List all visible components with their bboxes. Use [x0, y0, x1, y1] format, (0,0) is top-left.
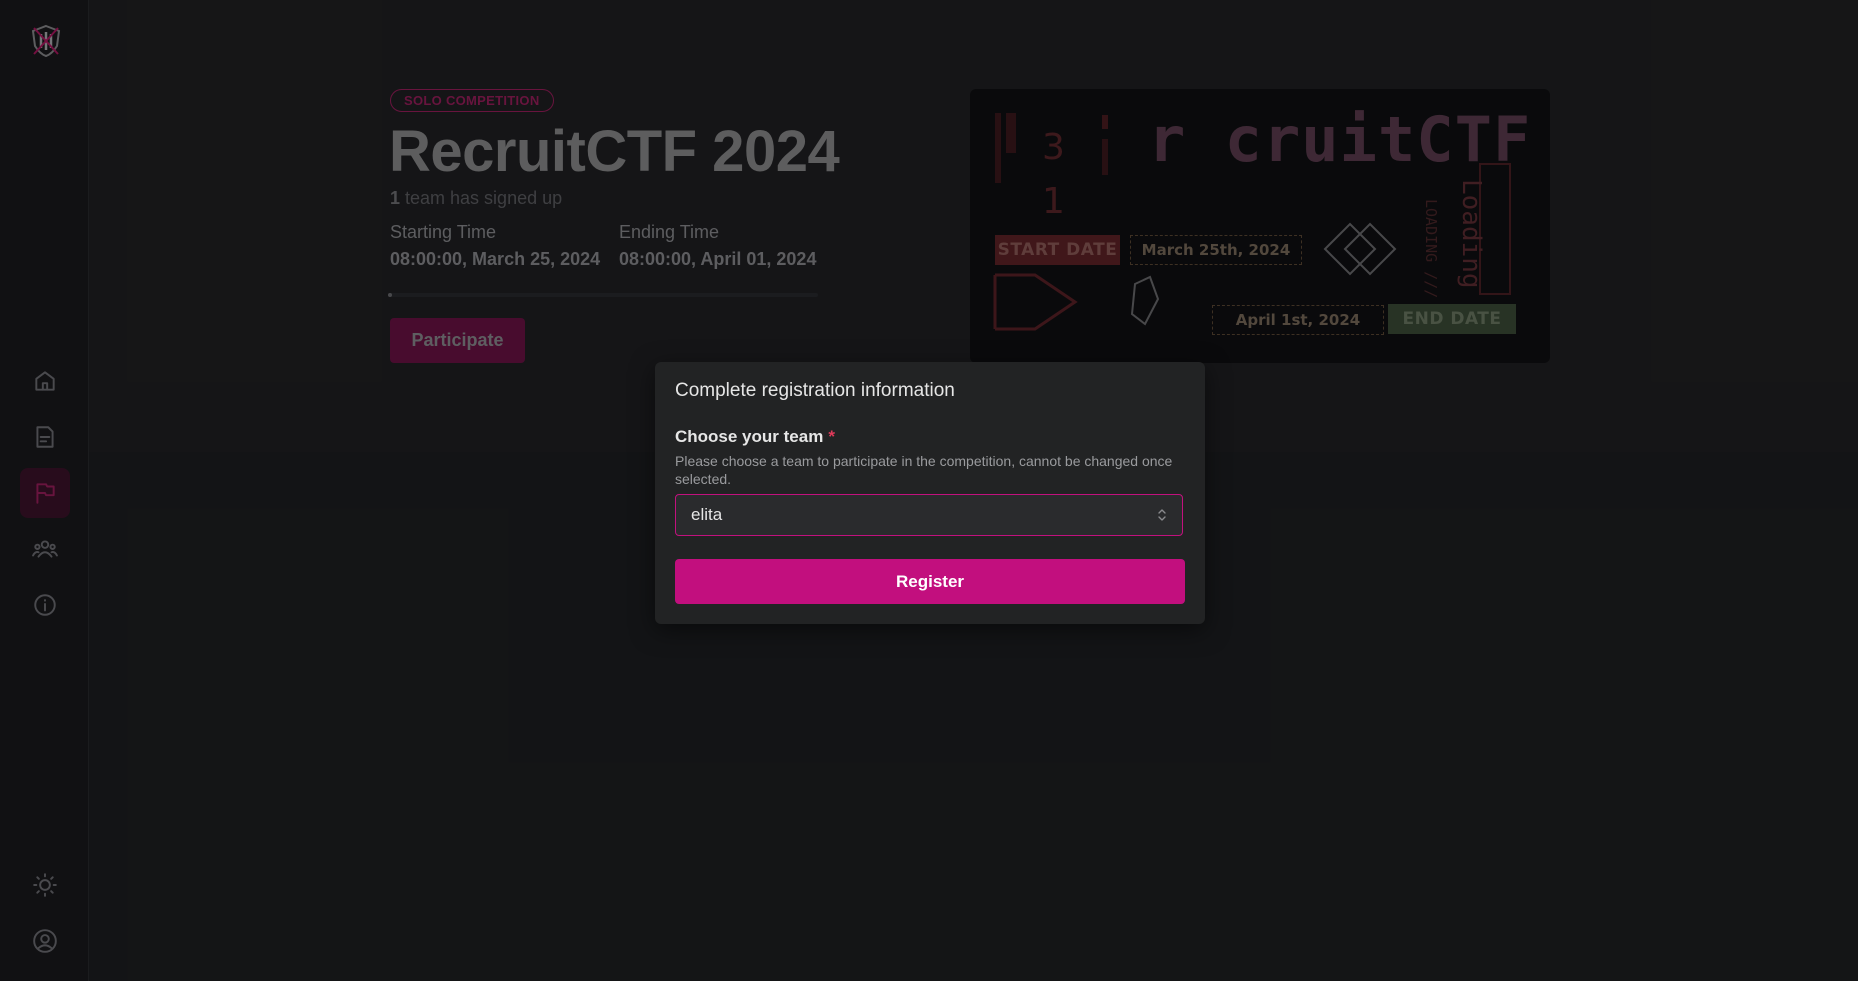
registration-modal: Complete registration information Choose…: [655, 362, 1205, 624]
team-field-label-text: Choose your team: [675, 427, 824, 446]
team-field-label: Choose your team *: [675, 427, 835, 447]
register-button[interactable]: Register: [675, 559, 1185, 604]
team-select[interactable]: elita: [675, 494, 1183, 536]
team-select-value: elita: [691, 505, 723, 524]
app-root: SOLO COMPETITION RecruitCTF 2024 1 team …: [0, 0, 1858, 981]
required-mark: *: [828, 427, 835, 446]
chevron-up-down-icon: [1158, 509, 1166, 521]
team-field-description: Please choose a team to participate in t…: [675, 453, 1173, 487]
modal-title: Complete registration information: [675, 380, 955, 401]
